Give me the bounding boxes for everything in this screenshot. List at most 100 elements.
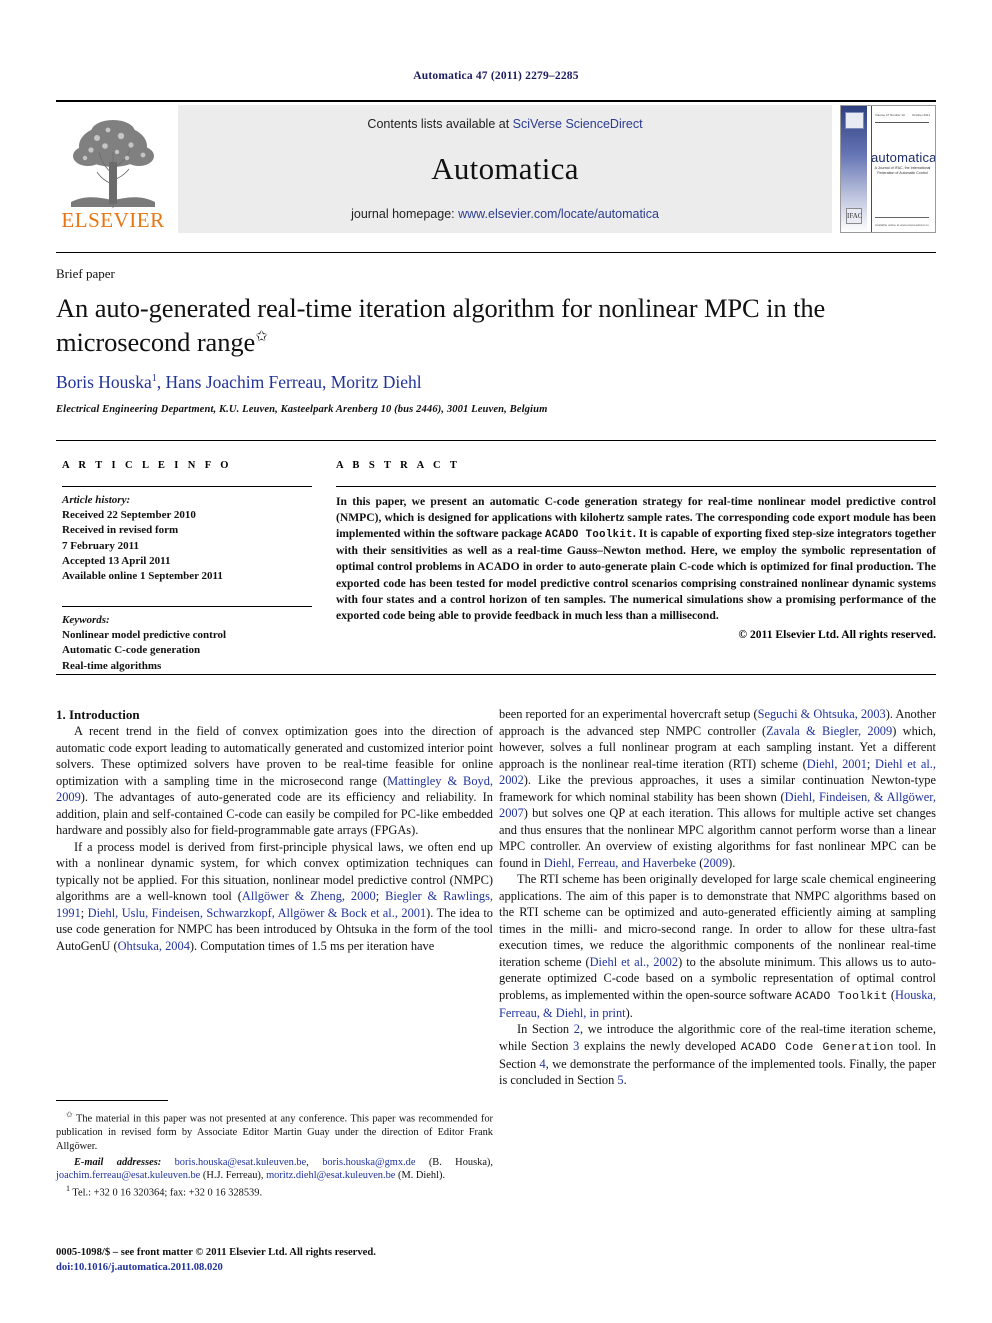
page-title: An auto-generated real-time iteration al… xyxy=(56,292,896,360)
contents-lists-line: Contents lists available at SciVerse Sci… xyxy=(367,117,642,131)
citation-link[interactable]: Allgöwer & Zheng, 2000 xyxy=(242,889,376,903)
elsevier-logo: ELSEVIER xyxy=(56,105,170,233)
abstract-column: In this paper, we present an automatic C… xyxy=(336,486,936,641)
affiliation: Electrical Engineering Department, K.U. … xyxy=(56,404,548,415)
paper-page: Automatica 47 (2011) 2279–2285 ELSEVIER … xyxy=(0,0,992,1323)
abstract-bottom-rule xyxy=(56,674,936,675)
journal-homepage-line: journal homepage: www.elsevier.com/locat… xyxy=(351,207,659,221)
footnote-block: ✩ The material in this paper was not pre… xyxy=(56,1110,493,1201)
article-type-label: Brief paper xyxy=(56,266,115,281)
cover-volume-text: Volume 47 Number 10 xyxy=(875,113,905,117)
homepage-prefix: journal homepage: xyxy=(351,207,459,221)
author-list: Boris Houska1, Hans Joachim Ferreau, Mor… xyxy=(56,372,916,393)
issn-line: 0005-1098/$ – see front matter © 2011 El… xyxy=(56,1247,376,1258)
article-info-rule xyxy=(62,486,312,487)
journal-title: Automatica xyxy=(431,151,579,186)
history-item: Accepted 13 April 2011 xyxy=(62,554,171,567)
email-addresses-label: E-mail addresses: xyxy=(74,1156,162,1168)
citation-link[interactable]: Diehl et al., 2002 xyxy=(590,955,678,969)
citation-link[interactable]: Diehl, Uslu, Findeisen, Schwarzkopf, All… xyxy=(88,906,427,920)
journal-homepage-link[interactable]: www.elsevier.com/locate/automatica xyxy=(458,207,659,221)
citation-link[interactable]: Diehl, Ferreau, and Haverbeke xyxy=(544,856,696,870)
keyword-item: Automatic C-code generation xyxy=(62,644,201,657)
cover-bottom-rule xyxy=(875,217,929,218)
abstract-heading: A B S T R A C T xyxy=(336,460,461,471)
acado-codegen-mono: ACADO Code Generation xyxy=(740,1041,894,1054)
abstract-text: In this paper, we present an automatic C… xyxy=(336,494,936,624)
text-run: ). xyxy=(625,1005,633,1020)
text-run: (H.J. Ferreau), xyxy=(200,1170,267,1182)
citation-link[interactable]: Seguchi & Ohtsuka, 2003 xyxy=(758,707,886,721)
email-link[interactable]: boris.houska@gmx.de xyxy=(322,1157,415,1168)
body-column-right: been reported for an experimental hoverc… xyxy=(499,706,936,1089)
text-run: (B. Houska), xyxy=(415,1156,493,1168)
contents-prefix: Contents lists available at xyxy=(367,117,513,131)
footnote-rule xyxy=(56,1100,168,1101)
text-run: ). xyxy=(728,855,736,870)
acado-toolkit-mono: ACADO Toolkit xyxy=(795,990,888,1003)
email-link[interactable]: moritz.diehl@esat.kuleuven.be xyxy=(266,1170,395,1181)
journal-cover-thumbnail: IFAC Volume 47 Number 10 October 2011 au… xyxy=(840,105,936,233)
footnote-star: ✩ The material in this paper was not pre… xyxy=(56,1110,493,1154)
history-item: Received in revised form xyxy=(62,524,179,537)
text-run: Tel.: +32 0 16 320364; fax: +32 0 16 328… xyxy=(70,1187,263,1199)
text-run: The material in this paper was not prese… xyxy=(56,1113,493,1152)
text-run: explains the newly developed xyxy=(579,1038,741,1053)
citation-link[interactable]: Zavala & Biegler, 2009 xyxy=(766,724,892,738)
keyword-item: Nonlinear model predictive control xyxy=(62,629,227,642)
article-info-column: Article history: Received 22 September 2… xyxy=(62,486,312,674)
cover-top-rule xyxy=(875,122,929,123)
cover-footer-note: Available online at www.sciencedirect.co… xyxy=(875,223,929,227)
body-column-left: 1. Introduction A recent trend in the fi… xyxy=(56,706,493,954)
article-history-label: Article history: xyxy=(62,494,131,506)
footnote-telephone: 1 Tel.: +32 0 16 320364; fax: +32 0 16 3… xyxy=(56,1184,493,1200)
citation-link[interactable]: Diehl, 2001 xyxy=(807,757,867,771)
text-run: ; xyxy=(375,889,386,904)
keywords-block: Keywords: Nonlinear model predictive con… xyxy=(62,613,312,674)
text-run: , we demonstrate the performance of the … xyxy=(499,1056,937,1088)
cover-subtitle: A Journal of IFAC, the International Fed… xyxy=(874,166,931,176)
section-heading-introduction: 1. Introduction xyxy=(56,707,140,722)
keywords-label: Keywords: xyxy=(62,614,110,627)
keywords-rule xyxy=(62,606,312,608)
title-footnote-marker[interactable]: ✩ xyxy=(255,329,268,345)
doi-line[interactable]: doi:10.1016/j.automatica.2011.08.020 xyxy=(56,1261,506,1276)
journal-masthead: ELSEVIER Contents lists available at Sci… xyxy=(56,100,936,233)
citation-link[interactable]: Ohtsuka, 2004 xyxy=(118,939,190,953)
text-run: ( xyxy=(887,987,896,1002)
paragraph: In Section 2, we introduce the algorithm… xyxy=(499,1021,936,1089)
paragraph: A recent trend in the field of convex op… xyxy=(56,723,493,839)
paragraph: been reported for an experimental hoverc… xyxy=(499,706,936,871)
info-top-rule xyxy=(56,440,936,441)
history-item: Received 22 September 2010 xyxy=(62,509,196,522)
citation-link[interactable]: 2009 xyxy=(703,856,728,870)
abstract-part-2: . It is capable of exporting fixed step-… xyxy=(336,527,936,623)
text-run: (M. Diehl). xyxy=(395,1170,446,1182)
footnote-star-marker: ✩ xyxy=(66,1110,73,1119)
keyword-item: Real-time algorithms xyxy=(62,659,162,672)
author-names[interactable]: Boris Houska1, Hans Joachim Ferreau, Mor… xyxy=(56,372,422,392)
text-run: . xyxy=(623,1073,627,1088)
cover-logo-badge-icon xyxy=(845,112,864,129)
sciencedirect-link[interactable]: SciVerse ScienceDirect xyxy=(513,117,643,131)
issn-copyright-block: 0005-1098/$ – see front matter © 2011 El… xyxy=(56,1246,506,1275)
elsevier-wordmark: ELSEVIER xyxy=(61,208,165,232)
abstract-copyright: © 2011 Elsevier Ltd. All rights reserved… xyxy=(738,628,936,642)
paragraph: If a process model is derived from first… xyxy=(56,839,493,955)
text-run: ; xyxy=(80,905,88,920)
history-item: 7 February 2011 xyxy=(62,539,139,552)
email-link[interactable]: boris.houska@esat.kuleuven.be xyxy=(175,1157,307,1168)
footnote-emails: E-mail addresses: boris.houska@esat.kule… xyxy=(56,1156,493,1182)
cover-header-meta: Volume 47 Number 10 October 2011 xyxy=(875,113,930,119)
title-top-rule xyxy=(56,252,936,253)
abstract-rule xyxy=(336,486,936,487)
cover-red-rule xyxy=(871,106,872,232)
page-title-text: An auto-generated real-time iteration al… xyxy=(56,293,826,357)
text-run: been reported for an experimental hoverc… xyxy=(499,707,758,721)
masthead-top-rule xyxy=(56,100,936,102)
article-info-heading: A R T I C L E I N F O xyxy=(62,460,232,471)
cover-date-text: October 2011 xyxy=(912,113,930,117)
paragraph: The RTI scheme has been originally devel… xyxy=(499,871,936,1021)
email-link[interactable]: joachim.ferreau@esat.kuleuven.be xyxy=(56,1170,200,1181)
history-item: Available online 1 September 2011 xyxy=(62,569,223,582)
